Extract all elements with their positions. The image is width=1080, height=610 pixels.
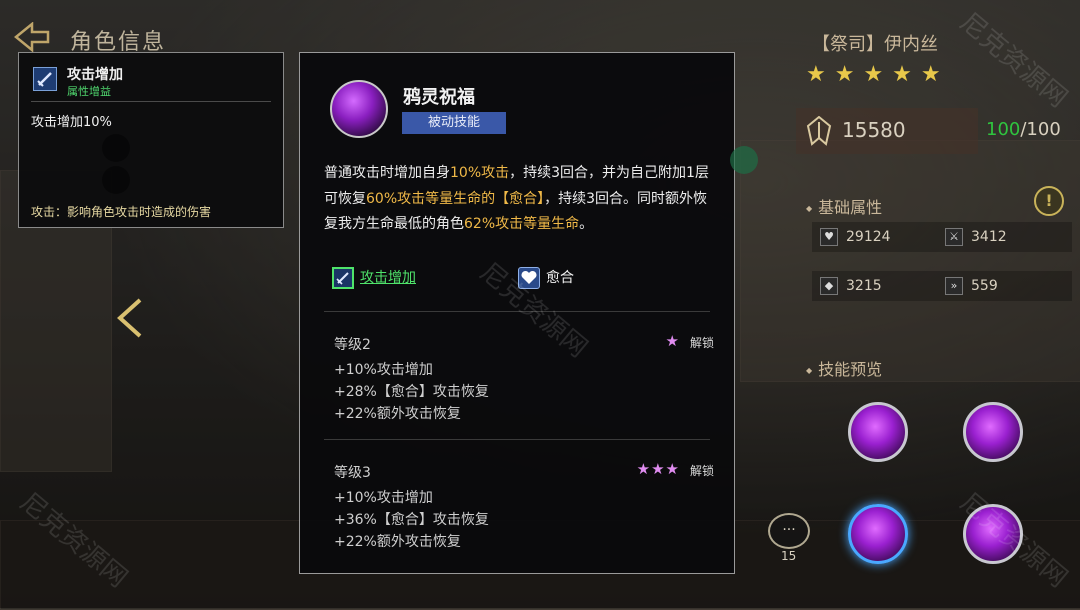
attribute-value: 559 [971,278,998,294]
combat-power-value: 15580 [842,118,906,142]
shield-icon: ◆ [820,277,838,295]
energy-display: 100/100 [986,119,1061,140]
info-icon[interactable]: ! [1034,186,1064,216]
level-stars: ★★★ [636,460,680,478]
tag-attack-up[interactable]: 攻击增加 [332,266,416,290]
skill-slot-2[interactable] [963,402,1023,462]
side-skill-icon[interactable] [730,146,758,174]
level-effect: +22%额外攻击恢复 [334,406,461,422]
skill-slot-1[interactable] [848,402,908,462]
heart-icon: ♥ [820,228,838,246]
tooltip-name: 攻击增加 [67,67,123,83]
tooltip-value: 攻击增加10% [31,115,112,130]
level-effect: +28%【愈合】攻击恢复 [334,384,489,400]
level-effect: +36%【愈合】攻击恢复 [334,512,489,528]
back-icon[interactable] [14,22,50,52]
attack-up-icon [33,67,57,91]
side-skill-icon [102,166,130,194]
side-skill-icon [102,134,130,162]
skill-slot-4[interactable] [963,504,1023,564]
level-title: 等级2 [334,337,371,353]
tag-heal[interactable]: 愈合 [518,266,574,290]
attribute-defense: ◆ 3215 [820,275,882,297]
character-name: 【祭司】伊内丝 [812,34,938,55]
tooltip-description: 攻击：影响角色攻击时造成的伤害 [31,205,212,219]
attribute-attack: ⚔ 3412 [945,226,1007,248]
attribute-hp: ♥ 29124 [820,226,891,248]
tooltip-divider [31,101,271,102]
level-divider [324,311,710,312]
level-unlock-label: 解锁 [689,464,714,478]
level-effect: +10%攻击增加 [334,362,433,378]
heart-icon [518,267,540,289]
sword-icon: ⚔ [945,228,963,246]
crow-skill-icon [330,80,388,138]
tag-label: 攻击增加 [360,270,416,286]
skill-tags: 攻击增加 愈合 [332,266,712,290]
speed-icon: » [945,277,963,295]
combat-power: 15580 [796,108,978,154]
attribute-speed: » 559 [945,275,998,297]
skill-name: 鸦灵祝福 [403,87,475,108]
chat-count: 15 [781,549,797,563]
tooltip-type: 属性增益 [67,85,111,98]
attribute-value: 29124 [846,229,891,245]
chat-icon[interactable]: ··· [768,513,810,549]
skill-detail-panel: 鸦灵祝福 被动技能 普通攻击时增加自身10%攻击，持续3回合，并为自己附加1层可… [299,52,735,574]
tag-label: 愈合 [546,270,574,286]
level-divider [324,439,710,440]
section-title-base-attrs: 基础属性 [806,194,882,218]
attribute-value: 3215 [846,278,882,294]
level-effect: +10%攻击增加 [334,490,433,506]
attack-up-icon [332,267,354,289]
level-stars: ★ [665,332,680,350]
attribute-value: 3412 [971,229,1007,245]
skill-type-badge: 被动技能 [402,112,506,134]
energy-current: 100 [986,119,1021,140]
previous-arrow-icon[interactable] [114,296,144,340]
energy-max: /100 [1020,119,1061,140]
level-3-block: 等级3 ★★★ 解锁 +10%攻击增加 +36%【愈合】攻击恢复 +22%额外攻… [324,460,714,550]
level-title: 等级3 [334,465,371,481]
character-stars: ★★★★★ [806,62,950,87]
level-2-block: 等级2 ★ 解锁 +10%攻击增加 +28%【愈合】攻击恢复 +22%额外攻击恢… [324,332,714,422]
power-emblem-icon [806,116,832,146]
level-unlock-label: 解锁 [689,336,714,350]
skill-slot-3-selected[interactable] [848,504,908,564]
level-effect: +22%额外攻击恢复 [334,534,461,550]
section-title-skill-preview: 技能预览 [806,356,882,380]
attribute-tooltip: 攻击增加 属性增益 攻击增加10% 攻击：影响角色攻击时造成的伤害 [18,52,284,228]
skill-description: 普通攻击时增加自身10%攻击，持续3回合，并为自己附加1层可恢复60%攻击等量生… [324,165,709,232]
